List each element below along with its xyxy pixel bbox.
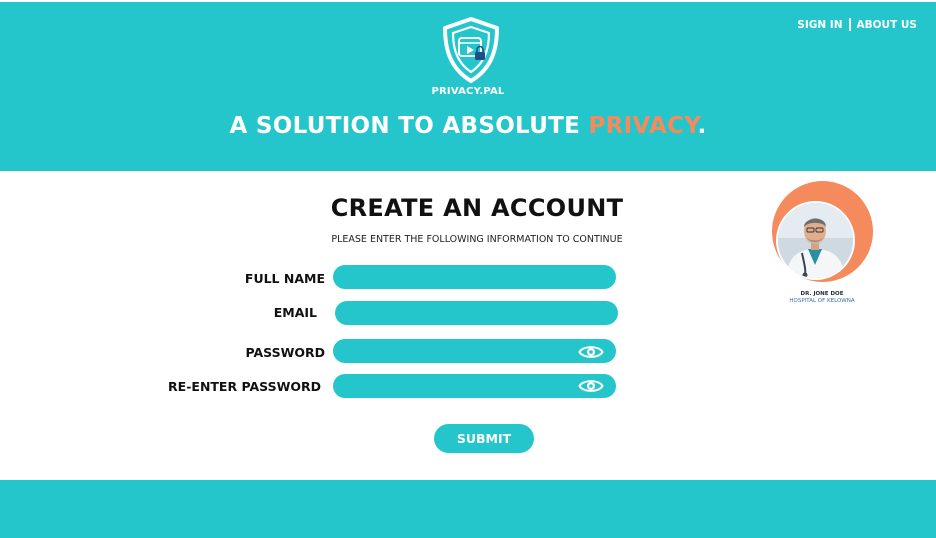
reenter-password-input[interactable] xyxy=(333,374,616,398)
eye-icon[interactable] xyxy=(578,343,604,361)
full-name-input[interactable] xyxy=(333,265,616,289)
header-banner: PRIVACY.PAL SIGN IN ABOUT US A SOLUTION … xyxy=(0,2,936,171)
brand-name: PRIVACY.PAL xyxy=(431,86,505,97)
password-label: PASSWORD xyxy=(245,345,325,360)
sign-in-link[interactable]: SIGN IN xyxy=(797,19,842,31)
signup-page: PRIVACY.PAL SIGN IN ABOUT US A SOLUTION … xyxy=(0,0,936,538)
submit-button[interactable]: SUBMIT xyxy=(434,424,534,453)
about-us-link[interactable]: ABOUT US xyxy=(857,19,918,31)
avatar xyxy=(776,201,855,280)
profile-organization: HOSPITAL OF KELOWNA xyxy=(789,298,855,304)
tagline-suffix: . xyxy=(697,113,707,139)
shield-video-lock-icon xyxy=(443,17,499,83)
footer-band xyxy=(0,480,936,538)
tagline-prefix: A SOLUTION TO ABSOLUTE xyxy=(229,113,589,139)
doctor-portrait-icon xyxy=(778,203,853,278)
email-label: EMAIL xyxy=(273,305,317,320)
reenter-password-label: RE-ENTER PASSWORD xyxy=(168,379,321,394)
form-title: CREATE AN ACCOUNT xyxy=(330,194,624,222)
nav-divider xyxy=(848,18,851,31)
email-input[interactable] xyxy=(335,301,618,325)
password-input[interactable] xyxy=(333,339,616,363)
profile-name: DR. JONE DOE xyxy=(800,291,844,297)
form-subtitle: PLEASE ENTER THE FOLLOWING INFORMATION T… xyxy=(331,234,623,245)
tagline-highlight: PRIVACY xyxy=(588,113,698,139)
full-name-label: FULL NAME xyxy=(244,271,325,286)
profile-avatar-ring xyxy=(772,181,873,282)
hero-tagline: A SOLUTION TO ABSOLUTE PRIVACY. xyxy=(0,113,936,139)
eye-icon[interactable] xyxy=(578,377,604,395)
top-nav: SIGN IN ABOUT US xyxy=(797,18,917,31)
